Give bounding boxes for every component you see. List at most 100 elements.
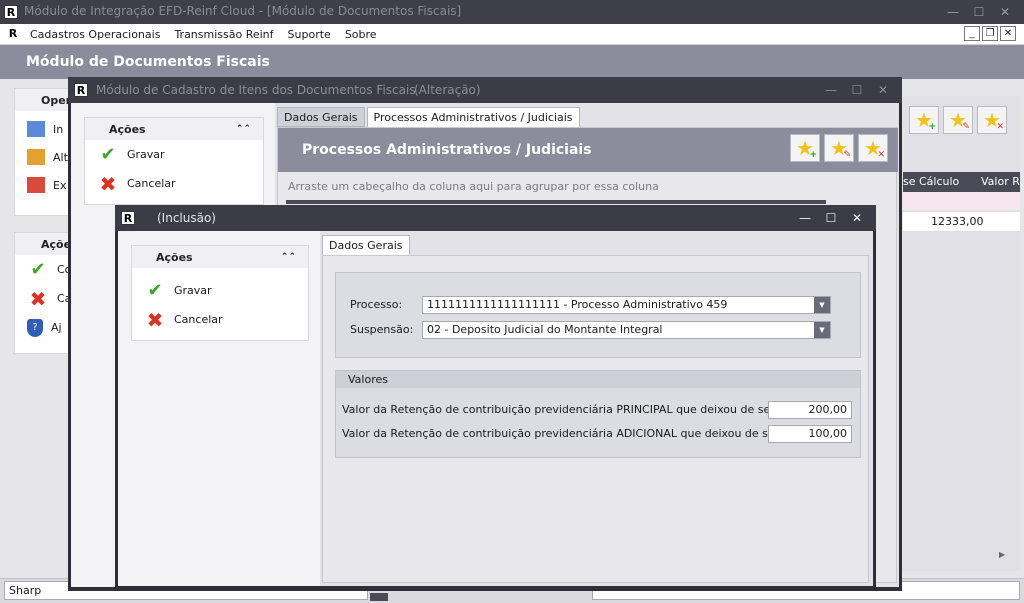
main-toolbar: ★ + ★ ✎ ★ ✕: [909, 106, 1007, 134]
delete-doc-icon: [27, 177, 45, 193]
cancel-item[interactable]: ✖ Ca: [15, 284, 73, 313]
main-actions-panel: Açõe ✔ Co ✖ Ca ? Aj: [14, 232, 74, 354]
remove-process-button[interactable]: ★ ✕: [858, 134, 888, 162]
inclusion-left-strip: Ações ⌃⌃ ✔ Gravar ✖ Cancelar: [118, 231, 320, 586]
main-title-bar: R Módulo de Integração EFD-Reinf Cloud -…: [0, 0, 1024, 24]
minimize-icon[interactable]: —: [792, 209, 818, 227]
suspensao-label: Suspensão:: [350, 323, 414, 336]
grid-filter-row: [903, 192, 1020, 210]
actions-title: Ações: [156, 250, 193, 264]
mdi-restore-icon[interactable]: ❐: [982, 26, 998, 41]
edit-doc-icon: [27, 149, 45, 165]
menu-logo-icon: R: [6, 27, 20, 41]
remove-star-button[interactable]: ★ ✕: [977, 106, 1007, 134]
main-header-title: Módulo de Documentos Fiscais: [26, 54, 270, 70]
include-item[interactable]: In: [15, 115, 73, 143]
help-shield-icon: ?: [27, 318, 43, 337]
adicional-input[interactable]: 100,00: [768, 425, 852, 443]
cross-icon: ✖: [99, 171, 117, 196]
check-icon: ✔: [30, 259, 46, 280]
minimize-icon[interactable]: —: [818, 81, 844, 99]
maximize-icon[interactable]: ☐: [966, 3, 992, 21]
check-icon: ✔: [100, 144, 116, 165]
tab-dados-gerais[interactable]: Dados Gerais: [277, 107, 365, 127]
processo-select[interactable]: 1111111111111111111 - Processo Administr…: [422, 296, 831, 314]
main-operations-panel: Oper In Alt Ex: [14, 88, 74, 216]
add-star-button[interactable]: ★ +: [909, 106, 939, 134]
inclusion-actions-panel: Ações ⌃⌃ ✔ Gravar ✖ Cancelar: [131, 245, 309, 341]
menu-cadastros[interactable]: Cadastros Operacionais: [30, 28, 160, 41]
add-doc-icon: [27, 121, 45, 137]
items-tabs: Dados Gerais Processos Administrativos /…: [277, 107, 580, 127]
items-actions-panel: Ações ⌃⌃ ✔ Gravar ✖ Cancelar: [84, 117, 264, 205]
maximize-icon[interactable]: ☐: [844, 81, 870, 99]
processos-header: Processos Administrativos / Judiciais ★ +…: [278, 128, 898, 172]
adicional-value: 100,00: [808, 427, 848, 440]
cross-icon: ✖: [29, 286, 47, 311]
menu-bar: R Cadastros Operacionais Transmissão Rei…: [0, 24, 1024, 45]
app-logo-icon: R: [4, 5, 18, 19]
inclusion-title-bar: R (Inclusão) — ☐ ✕: [115, 205, 876, 231]
principal-input[interactable]: 200,00: [768, 401, 852, 419]
valores-group: Valores Valor da Retenção de contribuiçã…: [335, 370, 861, 458]
chevron-down-icon[interactable]: ▼: [814, 297, 830, 313]
inclusion-logo-icon: R: [121, 211, 135, 225]
mdi-minimize-icon[interactable]: _: [964, 26, 980, 41]
inclusion-window-controls: — ☐ ✕: [792, 209, 870, 227]
edit-item[interactable]: Alt: [15, 143, 73, 171]
close-icon[interactable]: ✕: [844, 209, 870, 227]
principal-value: 200,00: [808, 403, 848, 416]
confirm-item[interactable]: ✔ Co: [15, 255, 73, 284]
edit-process-button[interactable]: ★ ✎: [824, 134, 854, 162]
mdi-controls: _ ❐ ✕: [964, 26, 1016, 41]
actions-title: Ações: [109, 122, 146, 136]
grid-cell-value: 12333,00: [931, 215, 984, 228]
cancel-action[interactable]: ✖ Cancelar: [132, 305, 308, 334]
items-window-controls: — ☐ ✕: [818, 81, 896, 99]
save-action[interactable]: ✔ Gravar: [132, 276, 308, 305]
menu-suporte[interactable]: Suporte: [288, 28, 331, 41]
collapse-icon[interactable]: ⌃⌃: [236, 124, 251, 134]
save-action[interactable]: ✔ Gravar: [85, 140, 263, 169]
menu-sobre[interactable]: Sobre: [345, 28, 377, 41]
actions-header: Ações ⌃⌃: [85, 118, 263, 140]
grid-header: se Cálculo Valor R: [903, 172, 1020, 192]
principal-label: Valor da Retenção de contribuição previd…: [342, 403, 832, 416]
mdi-close-icon[interactable]: ✕: [1000, 26, 1016, 41]
suspensao-select[interactable]: 02 - Deposito Judicial do Montante Integ…: [422, 321, 831, 339]
delete-item[interactable]: Ex: [15, 171, 73, 199]
tab-processos[interactable]: Processos Administrativos / Judiciais: [366, 107, 580, 127]
inclusion-content: Dados Gerais Processo: 11111111111111111…: [320, 231, 873, 586]
check-icon: ✔: [147, 280, 163, 301]
collapse-icon[interactable]: ⌃⌃: [281, 252, 296, 262]
tab-dados-gerais[interactable]: Dados Gerais: [322, 235, 410, 255]
help-item[interactable]: ? Aj: [15, 313, 73, 342]
grid-row[interactable]: 12333,00: [903, 212, 1020, 232]
grid-col-base[interactable]: se Cálculo: [903, 172, 959, 192]
adicional-label: Valor da Retenção de contribuição previd…: [342, 427, 836, 440]
chevron-down-icon[interactable]: ▼: [814, 322, 830, 338]
main-header: Módulo de Documentos Fiscais: [0, 45, 1024, 79]
close-icon[interactable]: ✕: [870, 81, 896, 99]
minimize-icon[interactable]: —: [940, 3, 966, 21]
status-separator: [370, 593, 388, 601]
grid-header-bar: [286, 200, 826, 204]
cross-icon: ✖: [146, 307, 164, 332]
processos-toolbar: ★ + ★ ✎ ★ ✕: [790, 134, 888, 162]
items-logo-icon: R: [74, 83, 88, 97]
main-window-controls: — ☐ ✕: [940, 3, 1018, 21]
grid-col-valor[interactable]: Valor R: [981, 172, 1020, 192]
processo-value: 1111111111111111111 - Processo Administr…: [427, 298, 728, 311]
processo-label: Processo:: [350, 298, 403, 311]
close-icon[interactable]: ✕: [992, 3, 1018, 21]
processo-group: Processo: 1111111111111111111 - Processo…: [335, 272, 861, 358]
inclusion-window: R (Inclusão) — ☐ ✕ Ações ⌃⌃ ✔ Gravar ✖ Can…: [115, 205, 876, 590]
valores-title: Valores: [348, 373, 388, 386]
cancel-action[interactable]: ✖ Cancelar: [85, 169, 263, 198]
add-process-button[interactable]: ★ +: [790, 134, 820, 162]
maximize-icon[interactable]: ☐: [818, 209, 844, 227]
grid-scroll-arrow-icon[interactable]: ▶: [999, 550, 1005, 559]
edit-star-button[interactable]: ★ ✎: [943, 106, 973, 134]
menu-transmissao[interactable]: Transmissão Reinf: [174, 28, 273, 41]
main-window-title: Módulo de Integração EFD-Reinf Cloud - […: [24, 4, 462, 18]
